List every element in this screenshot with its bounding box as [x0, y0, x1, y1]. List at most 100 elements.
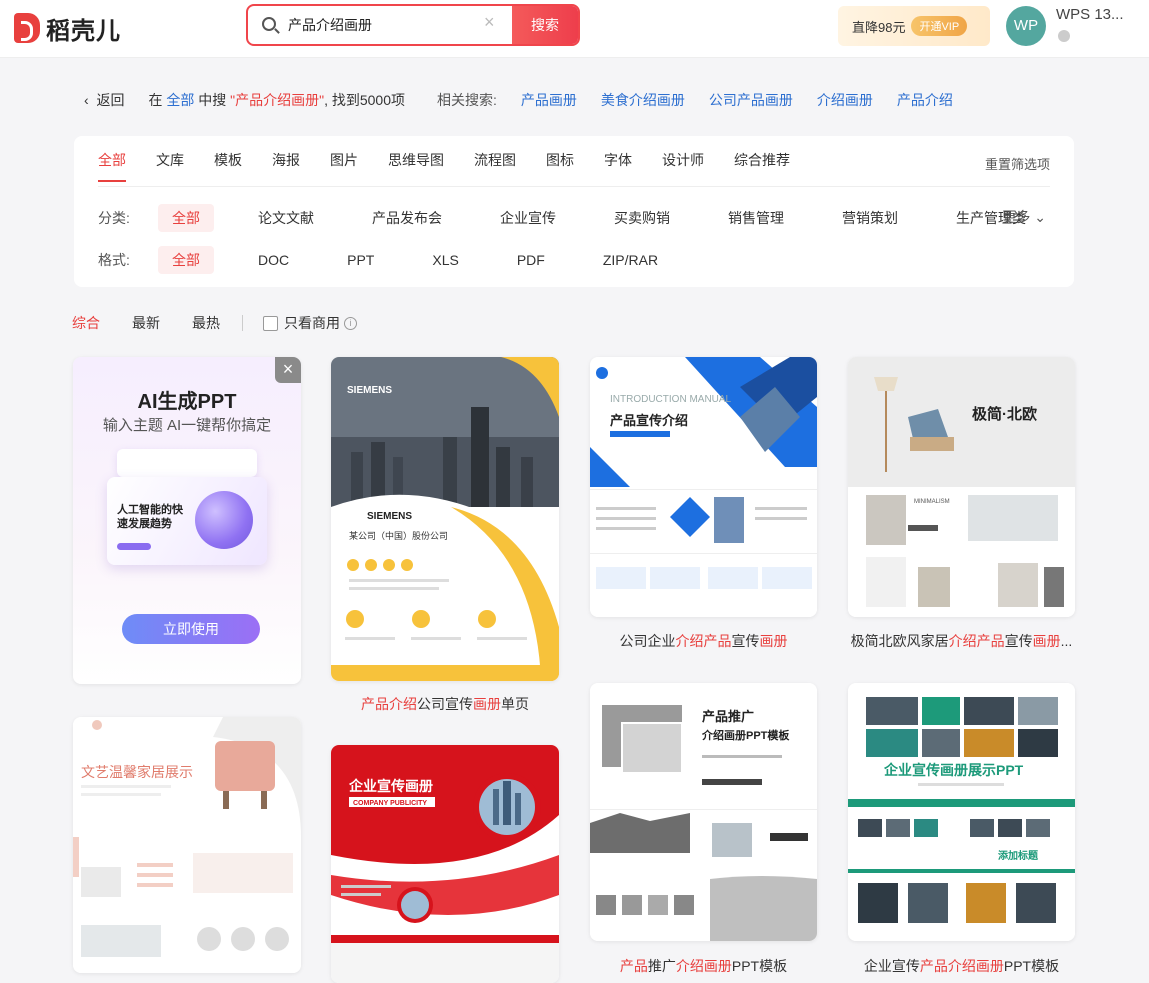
user-name[interactable]: WPS 13...	[1056, 6, 1124, 23]
count-text: , 找到5000项	[324, 92, 406, 108]
sort-hottest[interactable]: 最热	[192, 313, 220, 333]
category-chip[interactable]: 论文文献	[244, 204, 328, 232]
template-title[interactable]: 公司企业介绍产品宣传画册	[590, 631, 817, 651]
category-row: 分类: 全部 论文文献 产品发布会 企业宣传 买卖购销 销售管理 营销策划 生产…	[98, 204, 1070, 232]
chevron-down-icon: ⌄	[1034, 209, 1046, 225]
type-tabs: 全部 文库 模板 海报 图片 思维导图 流程图 图标 字体 设计师 综合推荐	[98, 150, 820, 182]
filter-divider	[98, 186, 1050, 187]
preview-slide-title: 人工智能的快速发展趋势	[117, 504, 183, 530]
format-chip[interactable]: XLS	[418, 248, 472, 272]
sort-bar: 综合 最新 最热 只看商用 i	[72, 313, 357, 333]
related-link[interactable]: 公司产品画册	[709, 90, 793, 110]
more-label: 更多	[1002, 209, 1031, 225]
caption-segment: 公司宣传	[417, 696, 473, 712]
caption-segment: 画册	[473, 696, 501, 712]
tab-designers[interactable]: 设计师	[662, 150, 704, 170]
thumb-subheading: COMPANY PUBLICITY	[353, 800, 427, 807]
vip-promo[interactable]: 直降98元 开通VIP	[838, 6, 990, 46]
category-chip[interactable]: 买卖购销	[600, 204, 684, 232]
tab-images[interactable]: 图片	[330, 150, 358, 170]
caption-segment: 产品介绍	[361, 696, 417, 712]
sort-newest[interactable]: 最新	[132, 313, 160, 333]
tab-templates[interactable]: 模板	[214, 150, 242, 170]
thumb-heading: 文艺温馨家居展示	[81, 764, 193, 781]
thumb-heading-en: INTRODUCTION MANUAL	[610, 394, 732, 405]
tab-docs[interactable]: 文库	[156, 150, 184, 170]
template-thumbnail: 极简·北欧 MINIMALISM	[848, 357, 1075, 617]
open-vip-button[interactable]: 开通VIP	[911, 16, 968, 36]
search-button[interactable]: 搜索	[512, 6, 578, 44]
template-card[interactable]: INTRODUCTION MANUAL 产品宣传介绍	[590, 357, 817, 617]
scope-link[interactable]: 全部	[166, 90, 194, 110]
template-card[interactable]: 企业宣传画册展示PPT 添加标题	[848, 683, 1075, 941]
search-input[interactable]	[288, 14, 468, 36]
caption-segment: 介绍产品	[675, 633, 732, 649]
preview-pill	[117, 543, 151, 550]
template-thumbnail: INTRODUCTION MANUAL 产品宣传介绍	[590, 357, 817, 617]
more-categories-button[interactable]: 更多 ⌄	[1002, 207, 1046, 227]
clear-icon[interactable]: ×	[484, 12, 495, 33]
ai-ppt-card[interactable]: × AI生成PPT 输入主题 AI一键帮你搞定 人工智能的快速发展趋势 立即使用	[73, 357, 301, 684]
thumb-heading: 产品推广	[702, 709, 754, 724]
template-title[interactable]: 产品推广介绍画册PPT模板	[590, 956, 817, 976]
ai-card-title: AI生成PPT	[137, 391, 237, 413]
format-chip[interactable]: ZIP/RAR	[589, 248, 672, 272]
tab-all[interactable]: 全部	[98, 150, 126, 182]
preview-graphic	[195, 491, 253, 549]
close-icon[interactable]: ×	[275, 357, 301, 383]
use-now-button[interactable]: 立即使用	[122, 614, 260, 644]
caption-segment: PPT模板	[1003, 958, 1060, 974]
template-title[interactable]: 产品介绍公司宣传画册单页	[331, 694, 559, 714]
tab-posters[interactable]: 海报	[272, 150, 300, 170]
template-title[interactable]: 极简北欧风家居介绍产品宣传画册...	[848, 631, 1075, 651]
caption-segment: 宣传	[1004, 633, 1033, 649]
template-thumbnail: 企业宣传画册 COMPANY PUBLICITY	[331, 745, 559, 983]
avatar[interactable]: WP	[1006, 6, 1046, 46]
template-card[interactable]: 产品推广 介绍画册PPT模板	[590, 683, 817, 941]
template-thumbnail: 产品推广 介绍画册PPT模板	[590, 683, 817, 941]
category-chip[interactable]: 销售管理	[714, 204, 798, 232]
thumb-subheading: 介绍画册PPT模板	[701, 728, 790, 742]
format-chip[interactable]: PDF	[503, 248, 559, 272]
related-link[interactable]: 产品介绍	[897, 90, 953, 110]
category-chip[interactable]: 营销策划	[828, 204, 912, 232]
template-card[interactable]: SIEMENS SIEMENS 某公司（中国）股份公司	[331, 357, 559, 681]
site-logo[interactable]: 稻壳儿	[14, 8, 121, 48]
ai-preview-image: 人工智能的快速发展趋势	[107, 449, 267, 579]
logo-text: 稻壳儿	[46, 17, 121, 45]
template-card[interactable]: 企业宣传画册 COMPANY PUBLICITY	[331, 745, 559, 983]
template-card[interactable]: 文艺温馨家居展示	[73, 717, 301, 973]
tab-icons[interactable]: 图标	[546, 150, 574, 170]
sort-comprehensive[interactable]: 综合	[72, 313, 100, 333]
thumb-subheading: MINIMALISM	[914, 499, 950, 505]
commercial-only-label[interactable]: 只看商用	[284, 313, 340, 333]
category-chip[interactable]: 企业宣传	[486, 204, 570, 232]
template-title[interactable]: 企业宣传产品介绍画册PPT模板	[848, 956, 1075, 976]
commercial-only-checkbox[interactable]	[263, 315, 278, 331]
format-chip[interactable]: DOC	[244, 248, 303, 272]
mid-text: 中搜	[198, 92, 227, 108]
format-chip[interactable]: 全部	[158, 246, 214, 274]
category-label: 分类:	[98, 210, 130, 226]
ai-card-subtitle: 输入主题 AI一键帮你搞定	[102, 417, 272, 434]
thumb-brand: SIEMENS	[347, 385, 392, 396]
related-link[interactable]: 美食介绍画册	[601, 90, 685, 110]
caption-segment: 介绍产品	[948, 633, 1005, 649]
category-chip[interactable]: 全部	[158, 204, 214, 232]
related-link[interactable]: 产品画册	[521, 90, 577, 110]
caption-segment: 画册	[1032, 633, 1061, 649]
format-row: 格式: 全部 DOC PPT XLS PDF ZIP/RAR	[98, 246, 702, 274]
back-link[interactable]: ‹ 返回	[84, 90, 124, 110]
format-label: 格式:	[98, 252, 130, 268]
tab-flowchart[interactable]: 流程图	[474, 150, 516, 170]
category-chip[interactable]: 产品发布会	[358, 204, 456, 232]
template-card[interactable]: 极简·北欧 MINIMALISM	[848, 357, 1075, 617]
info-icon[interactable]: i	[344, 316, 357, 330]
tab-fonts[interactable]: 字体	[604, 150, 632, 170]
reset-filters-button[interactable]: 重置筛选项	[985, 154, 1050, 173]
format-chip[interactable]: PPT	[333, 248, 388, 272]
result-summary: ‹ 返回 在 全部 中搜 "产品介绍画册" , 找到5000项 相关搜索: 产品…	[84, 88, 977, 112]
related-link[interactable]: 介绍画册	[817, 90, 873, 110]
tab-mindmap[interactable]: 思维导图	[388, 150, 444, 170]
tab-recommended[interactable]: 综合推荐	[734, 150, 790, 170]
